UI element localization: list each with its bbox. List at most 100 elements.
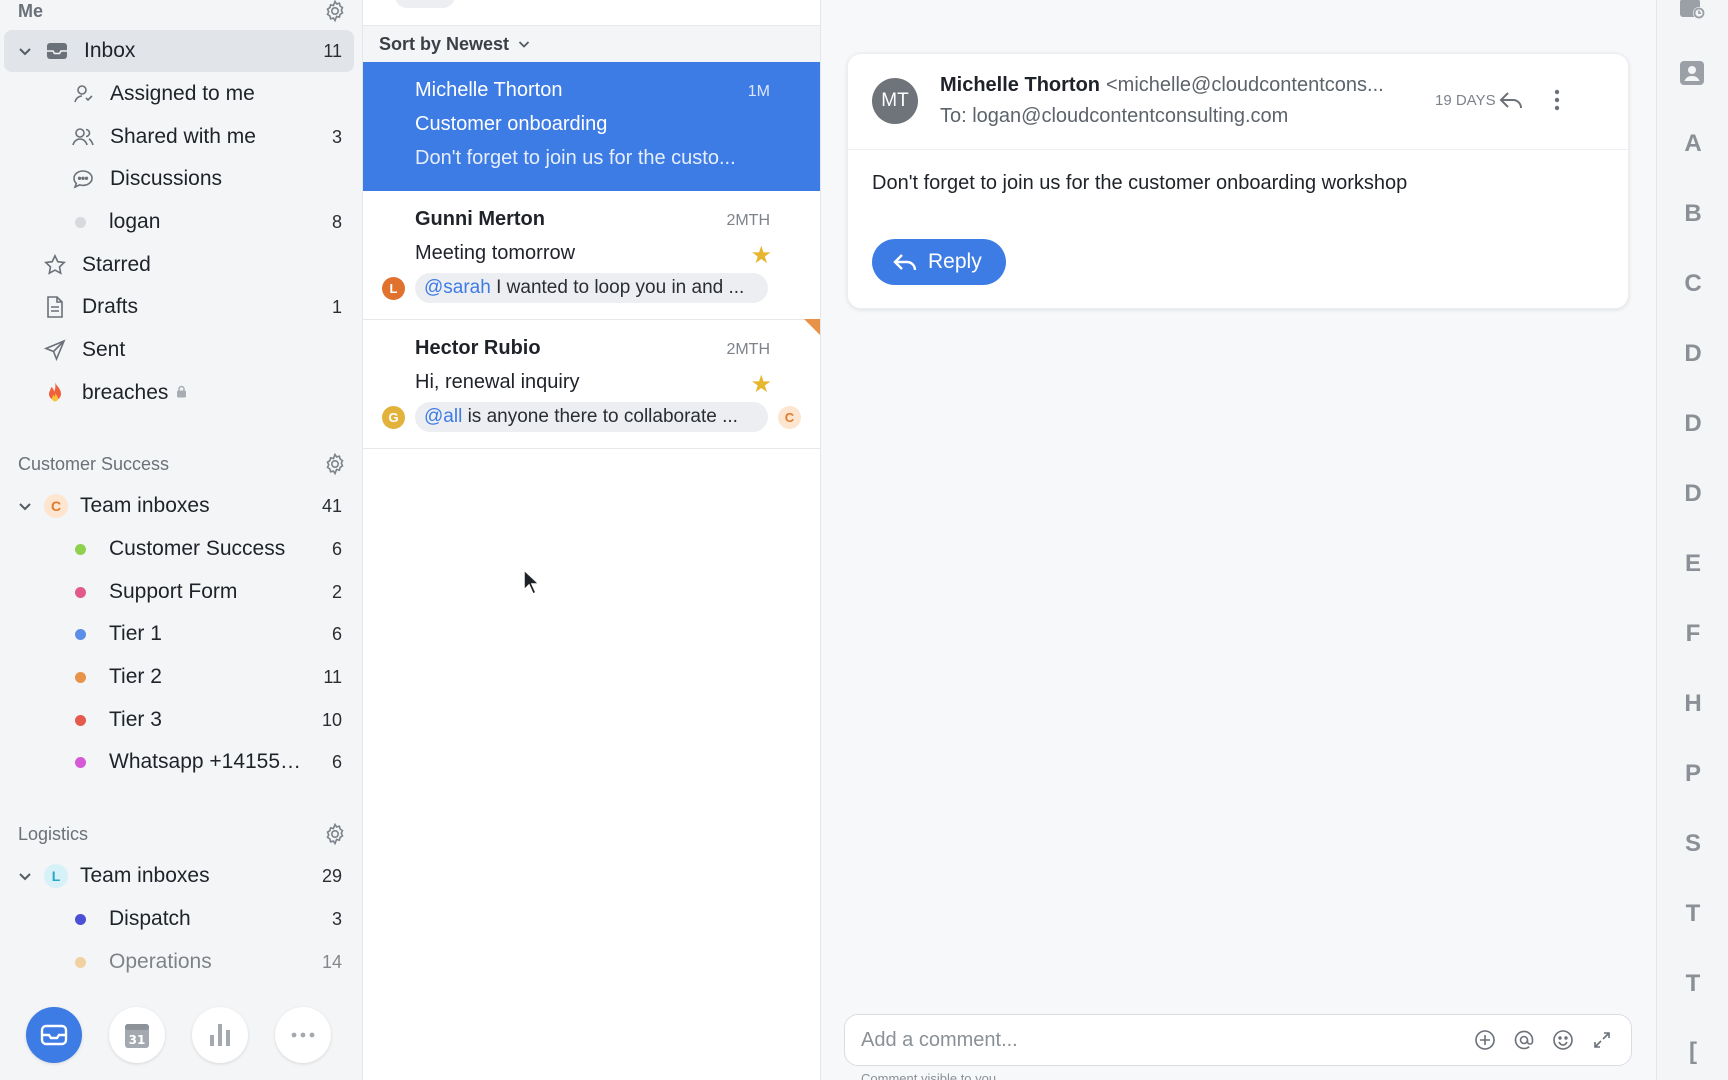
expand-icon[interactable] bbox=[1589, 1027, 1615, 1053]
lock-icon bbox=[176, 385, 187, 401]
message-row[interactable]: Michelle Thorton 1M Customer onboarding … bbox=[363, 62, 820, 191]
sidebar-item-sent[interactable]: Sent bbox=[4, 329, 354, 371]
sidebar-item-logan[interactable]: logan 8 bbox=[4, 201, 354, 243]
sidebar: Me Inbox 11 Assigned to me Shared with m… bbox=[0, 0, 363, 1080]
unread-count: 10 bbox=[321, 709, 342, 730]
message-sender: Gunni Merton bbox=[415, 208, 545, 230]
sidebar-item-team-inboxes-customer-success[interactable]: C Team inboxes 41 bbox=[4, 485, 354, 527]
unread-count: 11 bbox=[323, 666, 342, 687]
calendar-button[interactable]: 31 bbox=[109, 1007, 165, 1063]
chevron-down-icon[interactable] bbox=[14, 865, 36, 887]
contact-index-letter[interactable]: P bbox=[1657, 760, 1728, 788]
priority-flag bbox=[804, 319, 820, 335]
contact-index-letter[interactable]: T bbox=[1657, 970, 1728, 998]
sidebar-item-whatsapp[interactable]: Whatsapp +141553... 6 bbox=[4, 741, 354, 783]
calendar-clock-icon[interactable] bbox=[1677, 0, 1707, 24]
breaches-label: breaches bbox=[82, 381, 169, 404]
sidebar-item-starred[interactable]: Starred bbox=[4, 244, 354, 286]
sidebar-item-tier-2[interactable]: Tier 2 11 bbox=[4, 656, 354, 698]
contact-index-letter[interactable]: D bbox=[1657, 410, 1728, 438]
message-row[interactable]: Hector Rubio 2MTH Hi, renewal inquiry ★ … bbox=[363, 319, 820, 449]
unread-count: 14 bbox=[321, 951, 342, 972]
sidebar-item-operations[interactable]: Operations 14 bbox=[4, 941, 354, 983]
email-from: Michelle Thorton <michelle@cloudcontentco… bbox=[940, 74, 1410, 97]
avatar: MT bbox=[872, 78, 918, 124]
sidebar-item-team-inboxes-logistics[interactable]: L Team inboxes 29 bbox=[4, 855, 354, 897]
sidebar-item-shared-with-me[interactable]: Shared with me 3 bbox=[4, 116, 354, 158]
sidebar-item-assigned-to-me[interactable]: Assigned to me bbox=[4, 73, 354, 115]
sort-dropdown[interactable]: Sort by Newest bbox=[363, 26, 820, 62]
sidebar-item-tier-1[interactable]: Tier 1 6 bbox=[4, 613, 354, 655]
section-title: Customer Success bbox=[18, 453, 170, 474]
sidebar-item-drafts[interactable]: Drafts 1 bbox=[4, 286, 354, 328]
star-icon[interactable]: ★ bbox=[750, 241, 772, 270]
sidebar-item-label: Drafts bbox=[82, 295, 139, 318]
gear-icon[interactable] bbox=[322, 821, 348, 847]
contact-index-letter[interactable]: [ bbox=[1657, 1038, 1728, 1066]
contact-index-letter[interactable]: C bbox=[1657, 270, 1728, 298]
email-age: 19 DAYS bbox=[1435, 92, 1496, 109]
message-snippet: Don't forget to join us for the custo... bbox=[415, 147, 736, 169]
sidebar-item-label: breaches bbox=[82, 381, 308, 405]
mention-icon[interactable] bbox=[1511, 1027, 1537, 1053]
sidebar-item-inbox[interactable]: Inbox 11 bbox=[4, 30, 354, 72]
sidebar-item-support-form[interactable]: Support Form 2 bbox=[4, 571, 354, 613]
gear-icon[interactable] bbox=[322, 0, 348, 24]
calendar-day: 31 bbox=[129, 1033, 146, 1047]
contact-index-letter[interactable]: T bbox=[1657, 900, 1728, 928]
sidebar-item-label: Assigned to me bbox=[110, 82, 255, 105]
message-sender: Hector Rubio bbox=[415, 337, 541, 359]
contact-index-letter[interactable]: D bbox=[1657, 480, 1728, 508]
message-row[interactable]: Gunni Merton 2MTH Meeting tomorrow ★ L @… bbox=[363, 191, 820, 320]
message-time: 1M bbox=[747, 83, 770, 100]
sidebar-item-breaches[interactable]: breaches bbox=[4, 372, 354, 414]
sidebar-item-discussions[interactable]: Discussions bbox=[4, 158, 354, 200]
reply-label: Reply bbox=[928, 250, 982, 273]
inbox-color-dot bbox=[75, 756, 86, 768]
inbox-color-dot bbox=[75, 714, 86, 726]
sidebar-item-tier-3[interactable]: Tier 3 10 bbox=[4, 699, 354, 741]
message-subject: Customer onboarding bbox=[415, 113, 608, 135]
sidebar-item-dispatch[interactable]: Dispatch 3 bbox=[4, 898, 354, 940]
star-icon[interactable]: ★ bbox=[750, 370, 772, 399]
sidebar-item-label: Team inboxes bbox=[80, 494, 210, 517]
chat-bubble-icon bbox=[70, 166, 96, 192]
contact-index-letter[interactable]: A bbox=[1657, 130, 1728, 158]
draft-icon bbox=[42, 294, 68, 320]
gear-icon[interactable] bbox=[322, 451, 348, 477]
chevron-down-icon[interactable] bbox=[14, 495, 36, 517]
unread-count: 29 bbox=[321, 865, 342, 886]
contact-index-letter[interactable]: H bbox=[1657, 690, 1728, 718]
comment-input[interactable] bbox=[861, 1028, 1459, 1052]
mention: @sarah bbox=[424, 277, 491, 298]
mouse-cursor-icon bbox=[523, 568, 541, 596]
contact-index-letter[interactable]: F bbox=[1657, 620, 1728, 648]
inbox-color-dot bbox=[75, 543, 86, 555]
list-toolbar bbox=[363, 0, 820, 26]
reply-button[interactable]: Reply bbox=[872, 239, 1006, 285]
calendar-icon: 31 bbox=[125, 1024, 149, 1048]
from-address: <michelle@cloudcontentcons... bbox=[1106, 74, 1384, 96]
message-subject: Meeting tomorrow bbox=[415, 242, 576, 264]
contact-index-letter[interactable]: D bbox=[1657, 340, 1728, 368]
inbox-nav-button[interactable] bbox=[26, 1007, 82, 1063]
comment-visibility-note: Comment visible to you bbox=[861, 1071, 997, 1080]
add-icon[interactable] bbox=[1472, 1027, 1498, 1053]
more-button[interactable] bbox=[275, 1007, 331, 1063]
emoji-icon[interactable] bbox=[1550, 1027, 1576, 1053]
message-subject: Hi, renewal inquiry bbox=[415, 371, 580, 393]
sidebar-item-customer-success[interactable]: Customer Success 6 bbox=[4, 528, 354, 570]
reply-icon[interactable] bbox=[1498, 88, 1524, 117]
message-time: 2MTH bbox=[726, 341, 770, 358]
comment-author-avatar: L bbox=[382, 277, 405, 300]
analytics-button[interactable] bbox=[192, 1007, 248, 1063]
filter-pill[interactable] bbox=[395, 0, 455, 8]
chevron-down-icon[interactable] bbox=[14, 40, 36, 62]
sidebar-item-label: Team inboxes bbox=[80, 864, 210, 887]
comment-composer bbox=[844, 1014, 1632, 1066]
contact-index-letter[interactable]: E bbox=[1657, 550, 1728, 578]
contact-card-icon[interactable] bbox=[1677, 58, 1707, 88]
more-vertical-icon[interactable] bbox=[1554, 88, 1560, 117]
contact-index-letter[interactable]: B bbox=[1657, 200, 1728, 228]
contact-index-letter[interactable]: S bbox=[1657, 830, 1728, 858]
